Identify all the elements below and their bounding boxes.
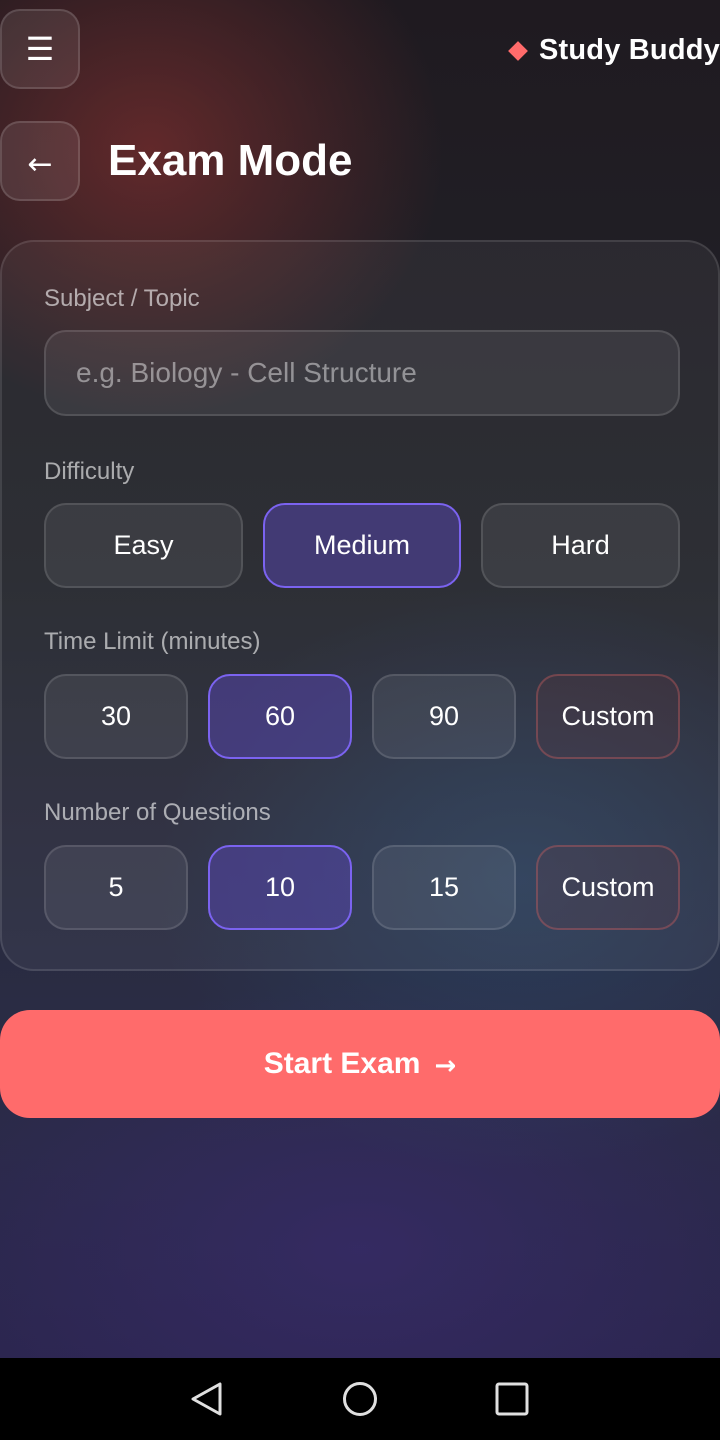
time-90-button[interactable]: 90 bbox=[372, 674, 516, 759]
questions-15-button[interactable]: 15 bbox=[372, 845, 516, 930]
start-exam-label: Start Exam bbox=[263, 1047, 421, 1080]
start-exam-button[interactable]: Start Exam → bbox=[0, 1010, 720, 1118]
questions-custom-button[interactable]: Custom bbox=[536, 845, 680, 930]
nav-home-icon[interactable] bbox=[342, 1381, 378, 1417]
difficulty-hard-button[interactable]: Hard bbox=[481, 503, 680, 588]
exam-settings-card: Subject / Topic e.g. Biology - Cell Stru… bbox=[0, 240, 720, 971]
brand-name: Study Buddy bbox=[538, 33, 720, 66]
nav-back-icon[interactable] bbox=[190, 1381, 226, 1417]
time-30-button[interactable]: 30 bbox=[44, 674, 188, 759]
system-navigation-bar bbox=[0, 1358, 720, 1440]
subject-input-placeholder: e.g. Biology - Cell Structure bbox=[76, 357, 417, 388]
back-button[interactable]: ← bbox=[0, 121, 80, 201]
brand: Study Buddy bbox=[508, 30, 720, 70]
menu-button[interactable]: ☰ bbox=[0, 9, 80, 89]
subject-input[interactable]: e.g. Biology - Cell Structure bbox=[44, 330, 680, 416]
nav-recents-icon[interactable] bbox=[494, 1381, 530, 1417]
page-title: Exam Mode bbox=[108, 136, 353, 185]
difficulty-medium-button[interactable]: Medium bbox=[263, 503, 461, 588]
difficulty-label: Difficulty bbox=[44, 458, 135, 485]
questions-10-button[interactable]: 10 bbox=[208, 845, 352, 930]
questions-5-button[interactable]: 5 bbox=[44, 845, 188, 930]
diamond-logo-icon bbox=[508, 41, 528, 61]
hamburger-menu-icon: ☰ bbox=[25, 30, 55, 68]
time-60-button[interactable]: 60 bbox=[208, 674, 352, 759]
questions-label: Number of Questions bbox=[44, 799, 271, 826]
difficulty-easy-button[interactable]: Easy bbox=[44, 503, 243, 588]
time-limit-label: Time Limit (minutes) bbox=[44, 628, 261, 655]
arrow-right-icon: → bbox=[434, 1051, 457, 1081]
subject-label: Subject / Topic bbox=[44, 285, 200, 312]
time-custom-button[interactable]: Custom bbox=[536, 674, 680, 759]
arrow-left-icon: ← bbox=[27, 147, 53, 182]
